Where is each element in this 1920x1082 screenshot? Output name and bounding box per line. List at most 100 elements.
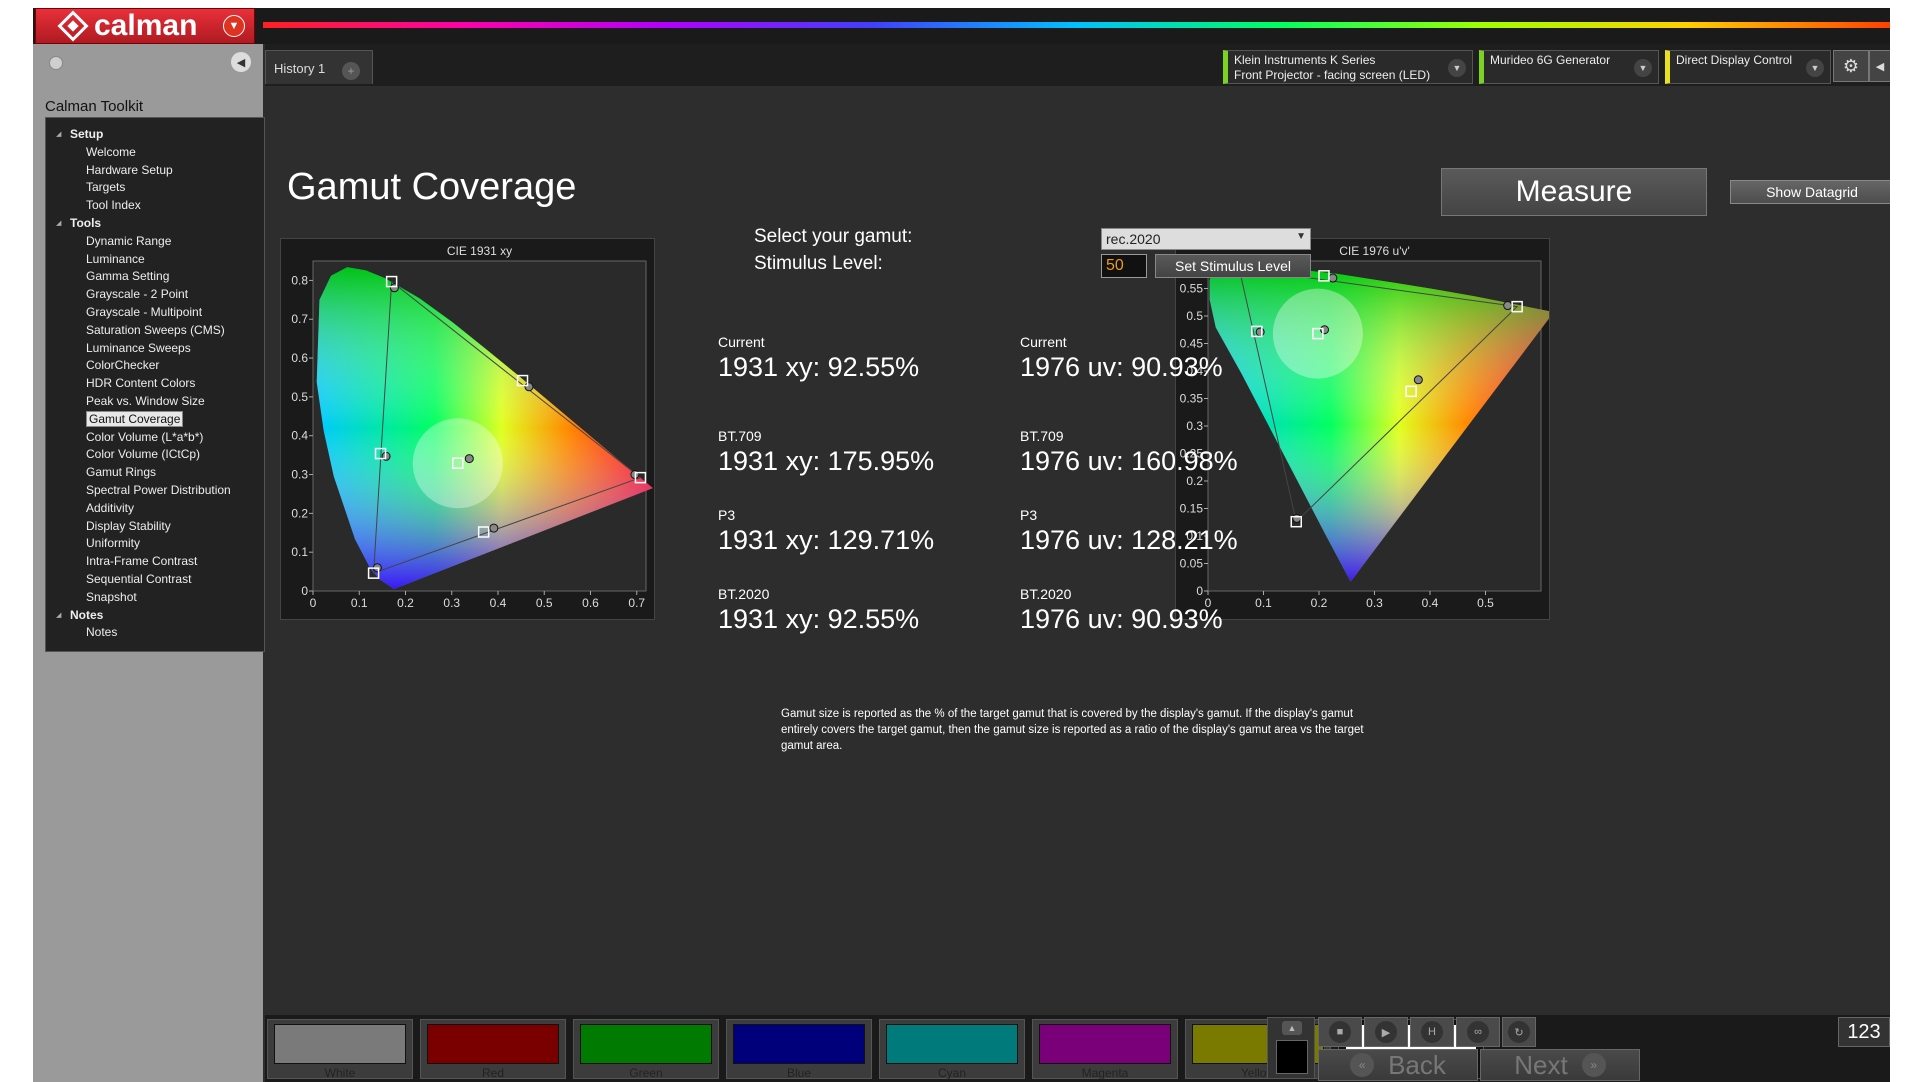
tree-item[interactable]: Sequential Contrast xyxy=(46,571,264,589)
tree-item-label: Saturation Sweeps (CMS) xyxy=(86,322,225,337)
tree-item-label: Spectral Power Distribution xyxy=(86,482,231,497)
x-tick-label: 0.3 xyxy=(1366,596,1383,610)
tree-item[interactable]: Saturation Sweeps (CMS) xyxy=(46,322,264,340)
device-generator[interactable]: Murideo 6G Generator ▼ xyxy=(1479,50,1659,84)
y-tick-label: 0.4 xyxy=(291,429,308,443)
patch-cyan[interactable]: Cyan xyxy=(879,1019,1025,1080)
tree-item[interactable]: Luminance Sweeps xyxy=(46,340,264,358)
stimulus-input[interactable]: 50 xyxy=(1101,254,1147,278)
tree-item[interactable]: Intra-Frame Contrast xyxy=(46,553,264,571)
result-label: Current xyxy=(718,334,765,350)
tree-item[interactable]: Grayscale - 2 Point xyxy=(46,286,264,304)
patch-swatch xyxy=(274,1024,406,1064)
tree-group[interactable]: Setup xyxy=(46,126,264,144)
patch-swatch xyxy=(733,1024,865,1064)
tree-item[interactable]: Dynamic Range xyxy=(46,233,264,251)
tree-item[interactable]: Display Stability xyxy=(46,518,264,536)
tree-item[interactable]: Notes xyxy=(46,624,264,642)
chevron-down-icon[interactable]: ▼ xyxy=(1806,59,1824,77)
patch-label: Magenta xyxy=(1081,1066,1129,1080)
tree-item[interactable]: Welcome xyxy=(46,144,264,162)
y-tick-label: 0.15 xyxy=(1180,502,1204,516)
show-datagrid-button[interactable]: Show Datagrid xyxy=(1730,180,1890,204)
back-button[interactable]: « Back xyxy=(1318,1049,1478,1081)
tree-item[interactable]: Hardware Setup xyxy=(46,162,264,180)
tree-group[interactable]: Notes xyxy=(46,607,264,625)
patch-label: White xyxy=(324,1066,356,1080)
tree-item[interactable]: ColorChecker xyxy=(46,357,264,375)
y-tick-label: 0.3 xyxy=(291,468,308,482)
tree-item[interactable]: Gamut Rings xyxy=(46,464,264,482)
hold-button[interactable]: H xyxy=(1410,1017,1454,1047)
tree-item[interactable]: Snapshot xyxy=(46,589,264,607)
eject-panel: ▲ xyxy=(1267,1017,1315,1079)
page-count: 123 xyxy=(1838,1017,1890,1047)
tree-item[interactable]: Gamut Coverage xyxy=(46,410,264,429)
toolkit-tree: Setup Welcome Hardware Setup Targets Tool In… xyxy=(45,117,265,652)
tree-group[interactable]: Tools xyxy=(46,215,264,233)
tree-item-label: Color Volume (ICtCp) xyxy=(86,447,201,462)
sidebar-collapse-icon[interactable]: ◀ xyxy=(231,52,251,72)
device-display[interactable]: Direct Display Control ▼ xyxy=(1665,50,1831,84)
y-tick-label: 0.5 xyxy=(1186,309,1203,323)
result-value: 1976 uv: 160.98% xyxy=(1020,446,1238,476)
play-button[interactable]: ▶ xyxy=(1364,1017,1408,1047)
result-label: BT.2020 xyxy=(1020,586,1072,602)
patch-green[interactable]: Green xyxy=(573,1019,719,1080)
patch-blue[interactable]: Blue xyxy=(726,1019,872,1080)
loop-button[interactable]: ∞ xyxy=(1456,1017,1500,1047)
chart-title: CIE 1931 xy xyxy=(447,244,512,258)
tree-item-label: Color Volume (L*a*b*) xyxy=(86,429,204,444)
set-stimulus-button[interactable]: Set Stimulus Level xyxy=(1155,254,1311,278)
refresh-button[interactable]: ↻ xyxy=(1502,1017,1536,1047)
add-tab-button[interactable]: + xyxy=(342,62,360,80)
main-panel: History 1 + Klein Instruments K Series F… xyxy=(265,44,1890,1082)
chart-title: CIE 1976 u'v' xyxy=(1339,244,1410,258)
next-button[interactable]: Next » xyxy=(1480,1049,1640,1081)
tree-item[interactable]: Peak vs. Window Size xyxy=(46,393,264,411)
tree-item[interactable]: Grayscale - Multipoint xyxy=(46,304,264,322)
tree-item-label: Grayscale - 2 Point xyxy=(86,287,189,302)
calman-window: calman ▼ ◀ Calman Toolkit Setup Welcome Ha… xyxy=(33,8,1890,1082)
tree-item[interactable]: Additivity xyxy=(46,500,264,518)
preview-swatch xyxy=(1276,1040,1308,1074)
tree-item[interactable]: HDR Content Colors xyxy=(46,375,264,393)
patch-white[interactable]: White xyxy=(267,1019,413,1080)
tree-item[interactable]: Color Volume (ICtCp) xyxy=(46,446,264,464)
gamut-note: Gamut size is reported as the % of the t… xyxy=(781,708,1364,752)
patch-label: Red xyxy=(481,1066,504,1080)
tree-item[interactable]: Luminance xyxy=(46,251,264,269)
patch-red[interactable]: Red xyxy=(420,1019,566,1080)
gamut-select[interactable]: rec.2020 ▼ xyxy=(1101,228,1311,250)
tree-item[interactable]: Color Volume (L*a*b*) xyxy=(46,429,264,447)
cie1976-svg: CIE 1976 u'v'0 0.1 0.2 0.3 0.4 0.500.050.10.1… xyxy=(1180,244,1554,610)
x-tick-label: 0 xyxy=(310,596,317,610)
hold-icon: H xyxy=(1421,1021,1443,1043)
tree-item[interactable]: Tool Index xyxy=(46,197,264,215)
gamut-label: Select your gamut: xyxy=(754,226,913,247)
app-menu-dropdown-icon[interactable]: ▼ xyxy=(223,15,245,37)
tree-item-label: Uniformity xyxy=(86,536,141,551)
calman-logo[interactable]: calman xyxy=(35,8,255,44)
x-tick-label: 0.4 xyxy=(490,596,507,610)
stop-button[interactable]: ■ xyxy=(1318,1017,1362,1047)
eject-icon[interactable]: ▲ xyxy=(1282,1021,1302,1035)
y-tick-label: 0.1 xyxy=(291,545,308,559)
tree-item[interactable]: Gamma Setting xyxy=(46,268,264,286)
y-tick-label: 0 xyxy=(1196,584,1203,598)
sidebar-pin-icon[interactable] xyxy=(49,56,63,70)
y-tick-label: 0.6 xyxy=(291,351,308,365)
collapse-right-icon[interactable]: ◀ xyxy=(1869,50,1890,82)
chevron-down-icon[interactable]: ▼ xyxy=(1448,59,1466,77)
tree-item[interactable]: Uniformity xyxy=(46,535,264,553)
patch-magenta[interactable]: Magenta xyxy=(1032,1019,1178,1080)
y-tick-label: 0.55 xyxy=(1180,282,1204,296)
device-meter[interactable]: Klein Instruments K Series Front Project… xyxy=(1223,50,1473,84)
tree-item[interactable]: Spectral Power Distribution xyxy=(46,482,264,500)
tree-item[interactable]: Targets xyxy=(46,179,264,197)
tab-history[interactable]: History 1 + xyxy=(265,50,373,84)
gear-icon[interactable]: ⚙ xyxy=(1833,50,1869,82)
measure-button[interactable]: Measure xyxy=(1441,168,1707,216)
result-label: P3 xyxy=(1020,507,1038,523)
chevron-down-icon[interactable]: ▼ xyxy=(1634,59,1652,77)
